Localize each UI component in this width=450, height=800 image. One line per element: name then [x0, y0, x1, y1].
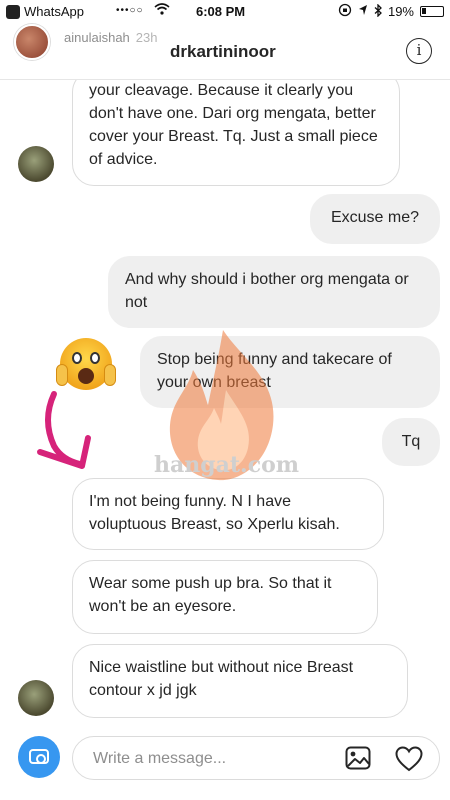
message-text: your cleavage. Because it clearly you do…: [89, 82, 378, 168]
message-text: Nice waistline but without nice Breast c…: [89, 659, 354, 699]
status-bar: WhatsApp •••○○ 6:08 PM 19%: [0, 0, 450, 24]
story-age: 23h: [135, 30, 158, 45]
message-text: I'm not being funny. N I have voluptuous…: [89, 493, 340, 533]
message-outgoing: Stop being funny and takecare of your ow…: [140, 336, 440, 408]
message-text: Wear some push up bra. So that it won't …: [89, 575, 332, 615]
wifi-icon: [154, 3, 170, 18]
message-input[interactable]: [93, 747, 323, 771]
message-incoming: your cleavage. Because it clearly you do…: [72, 80, 400, 186]
battery-percent: 19%: [387, 4, 414, 19]
story-avatar[interactable]: [14, 24, 50, 60]
pink-arrow-annotation: [37, 391, 91, 469]
story-username: ainulaishah 23h: [64, 30, 157, 45]
message-text: And why should i bother org mengata or n…: [125, 271, 409, 311]
rotation-lock-icon: [338, 3, 352, 20]
scream-emoji: [56, 338, 116, 390]
whatsapp-icon: [6, 4, 20, 19]
message-incoming: Wear some push up bra. So that it won't …: [72, 560, 378, 634]
sender-avatar[interactable]: [18, 680, 54, 716]
story-username-label: ainulaishah: [64, 30, 130, 45]
back-to-app[interactable]: WhatsApp: [6, 4, 84, 19]
message-text: Stop being funny and takecare of your ow…: [157, 351, 392, 391]
location-icon: [358, 4, 368, 19]
message-outgoing: And why should i bother org mengata or n…: [108, 256, 440, 328]
message-incoming: I'm not being funny. N I have voluptuous…: [72, 478, 384, 550]
status-right: 19%: [338, 2, 444, 20]
battery-icon: [420, 6, 444, 17]
conversation-header: ainulaishah 23h drkartininoor i: [0, 24, 450, 80]
message-text: Tq: [401, 433, 421, 450]
info-button[interactable]: i: [406, 38, 432, 64]
camera-icon: [29, 749, 49, 764]
bluetooth-icon: [374, 2, 382, 20]
sender-avatar[interactable]: [18, 146, 54, 182]
camera-button[interactable]: [18, 736, 60, 778]
heart-icon[interactable]: [395, 746, 423, 772]
watermark-text: hangat.com: [154, 452, 300, 478]
message-outgoing: Excuse me?: [310, 194, 440, 244]
composer-field: [72, 736, 440, 780]
message-composer: [0, 730, 450, 800]
message-outgoing: Tq: [382, 418, 440, 466]
back-app-label: WhatsApp: [24, 4, 84, 19]
clock: 6:08 PM: [196, 4, 246, 19]
signal-icon: •••○○: [116, 5, 144, 16]
gallery-icon[interactable]: [345, 746, 371, 770]
message-incoming: Nice waistline but without nice Breast c…: [72, 644, 408, 718]
message-thread[interactable]: your cleavage. Because it clearly you do…: [0, 80, 450, 730]
conversation-title[interactable]: drkartininoor: [170, 42, 276, 62]
message-text: Excuse me?: [330, 209, 420, 226]
